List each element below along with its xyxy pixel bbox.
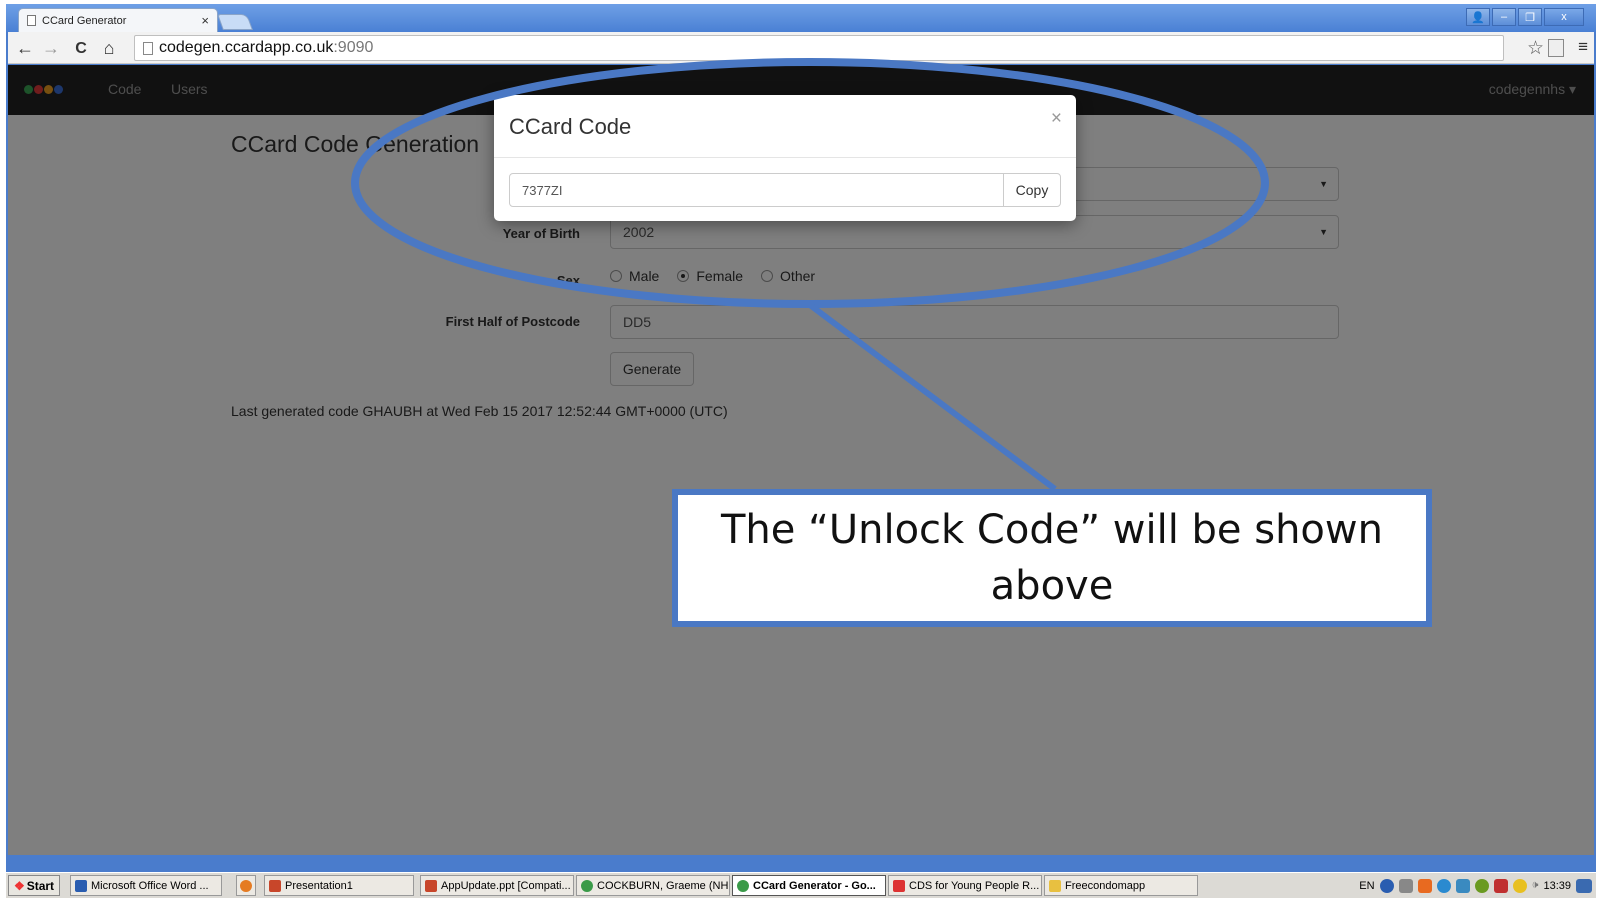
page-icon [27, 15, 36, 26]
user-profile-button[interactable]: 👤 [1466, 8, 1490, 26]
restore-button[interactable]: ❐ [1518, 8, 1542, 26]
start-button[interactable]: ❖ Start [8, 875, 60, 896]
browser-toolbar: ← → C ⌂ codegen.ccardapp.co.uk:9090 ☆ ≡ [8, 32, 1594, 64]
tray-app-icon[interactable] [1417, 878, 1432, 893]
tray-app-icon[interactable] [1455, 878, 1470, 893]
taskbar-item-ccard-generator[interactable]: CCard Generator - Go... [732, 875, 886, 896]
tab-ccard-generator[interactable]: CCard Generator × [18, 8, 218, 32]
pdf-icon [893, 879, 905, 892]
tray-app-icon[interactable] [1436, 878, 1451, 893]
taskbar-item-label: Microsoft Office Word ... [91, 879, 209, 892]
chrome-icon [581, 879, 593, 892]
taskbar-item-presentation[interactable]: Presentation1 [264, 875, 414, 896]
home-button[interactable]: ⌂ [98, 38, 120, 59]
powerpoint-icon [425, 879, 437, 892]
new-tab-button[interactable] [217, 14, 253, 30]
taskbar-item-appupdate[interactable]: AppUpdate.ppt [Compati... [420, 875, 574, 896]
start-label: Start [26, 878, 55, 893]
browser-menu-icon[interactable]: ≡ [1578, 37, 1588, 57]
firefox-icon [240, 879, 252, 892]
powerpoint-icon [269, 879, 281, 892]
tab-title: CCard Generator [42, 14, 127, 27]
tab-strip: CCard Generator × 👤 – ❐ x [6, 4, 1596, 32]
network-icon[interactable] [1398, 878, 1413, 893]
taskbar-item-word[interactable]: Microsoft Office Word ... [70, 875, 222, 896]
reload-button[interactable]: C [70, 40, 92, 58]
language-indicator[interactable]: EN [1359, 880, 1374, 892]
word-icon [75, 879, 87, 892]
back-button[interactable]: ← [14, 38, 36, 59]
taskbar-item-label: AppUpdate.ppt [Compati... [441, 879, 571, 892]
annotation-callout: The “Unlock Code” will be shown above [672, 489, 1432, 627]
taskbar-item-cockburn[interactable]: COCKBURN, Graeme (NH... [576, 875, 730, 896]
folder-icon [1049, 879, 1061, 892]
extension-icon[interactable] [1548, 39, 1564, 57]
forward-button[interactable]: → [40, 38, 62, 59]
modal-title: CCard Code [509, 114, 632, 139]
url-port: :9090 [333, 39, 374, 56]
address-bar[interactable]: codegen.ccardapp.co.uk:9090 [134, 35, 1504, 61]
taskbar-item-label: CCard Generator - Go... [753, 879, 876, 892]
tray-app-icon[interactable] [1512, 878, 1527, 893]
taskbar-item-label: Freecondomapp [1065, 879, 1146, 892]
bookmark-star-icon[interactable]: ☆ [1527, 37, 1544, 60]
window-controls: 👤 – ❐ x [1466, 8, 1584, 26]
taskbar-item-label: CDS for Young People R... [909, 879, 1040, 892]
tray-app-icon[interactable] [1493, 878, 1508, 893]
screen: CCard Generator × 👤 – ❐ x ← → C ⌂ codege… [0, 0, 1602, 898]
minimize-button[interactable]: – [1492, 8, 1516, 26]
page-icon [143, 41, 153, 55]
web-page: Code Users codegennhs ▾ CCard Code Gener… [8, 65, 1594, 855]
modal-divider [494, 157, 1076, 158]
taskbar-item-freecondomapp[interactable]: Freecondomapp [1044, 875, 1198, 896]
taskbar-item-label: Presentation1 [285, 879, 353, 892]
windows-taskbar: ❖ Start Microsoft Office Word ... Present… [6, 872, 1596, 898]
chrome-icon [737, 879, 749, 892]
taskbar-item-cds[interactable]: CDS for Young People R... [888, 875, 1042, 896]
ccard-code-modal: CCard Code × 7377ZI Copy [494, 95, 1076, 221]
taskbar-item-firefox[interactable] [236, 875, 256, 896]
clock[interactable]: 13:39 [1543, 880, 1571, 892]
modal-close-icon[interactable]: × [1051, 108, 1062, 130]
tray-app-icon[interactable] [1474, 878, 1489, 893]
volume-icon[interactable]: 🕩 [1532, 879, 1539, 892]
url-host: codegen.ccardapp.co.uk [159, 39, 334, 56]
system-tray: EN 🕩 13:39 [1359, 875, 1592, 896]
help-icon[interactable] [1379, 878, 1394, 893]
show-desktop-icon[interactable] [1576, 878, 1592, 893]
taskbar-item-label: COCKBURN, Graeme (NH... [597, 879, 730, 892]
tab-close-icon[interactable]: × [201, 13, 209, 28]
copy-button[interactable]: Copy [1003, 173, 1061, 207]
window-close-button[interactable]: x [1544, 8, 1584, 26]
windows-logo-icon: ❖ [13, 878, 25, 893]
unlock-code-field[interactable]: 7377ZI [509, 173, 1004, 207]
